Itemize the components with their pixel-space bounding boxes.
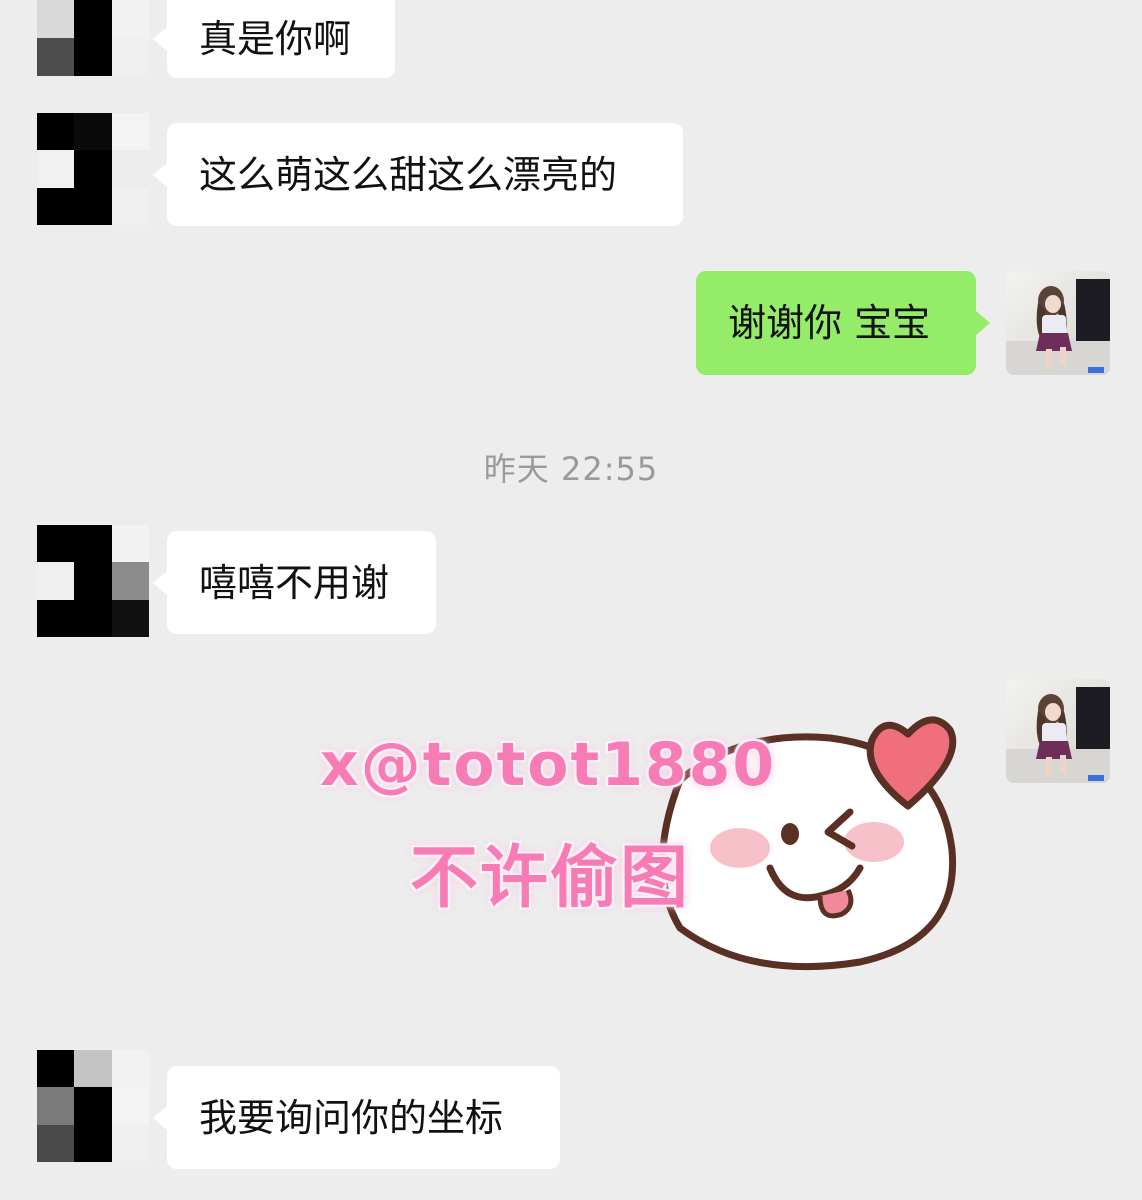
contact-avatar[interactable]	[37, 1050, 149, 1162]
contact-avatar[interactable]	[37, 0, 149, 76]
watermark-handle: x@totot1880	[320, 730, 777, 800]
avatar-photo	[1006, 279, 1110, 375]
contact-avatar[interactable]	[37, 525, 149, 637]
message-bubble[interactable]: 这么萌这么甜这么漂亮的	[153, 123, 683, 226]
self-avatar[interactable]	[1006, 679, 1110, 783]
message-text: 这么萌这么甜这么漂亮的	[199, 152, 618, 197]
self-avatar[interactable]	[1006, 271, 1110, 375]
contact-avatar[interactable]	[37, 113, 149, 225]
message-bubble[interactable]: 真是你啊	[153, 0, 395, 78]
message-bubble-outgoing[interactable]: 谢谢你 宝宝	[696, 271, 990, 375]
watermark-notice: 不许偷图	[410, 839, 691, 918]
message-text: 真是你啊	[199, 17, 352, 61]
message-text: 我要询问你的坐标	[199, 1095, 504, 1140]
timestamp-divider: 昨天 22:55	[483, 450, 659, 488]
message-bubble[interactable]: 我要询问你的坐标	[153, 1066, 560, 1169]
avatar-photo	[1006, 687, 1110, 783]
message-bubble[interactable]: 嘻嘻不用谢	[153, 531, 436, 634]
sticker-message[interactable]: x@totot1880 不许偷图	[300, 700, 1000, 990]
message-text: 嘻嘻不用谢	[199, 560, 390, 605]
message-text: 谢谢你 宝宝	[728, 301, 931, 345]
